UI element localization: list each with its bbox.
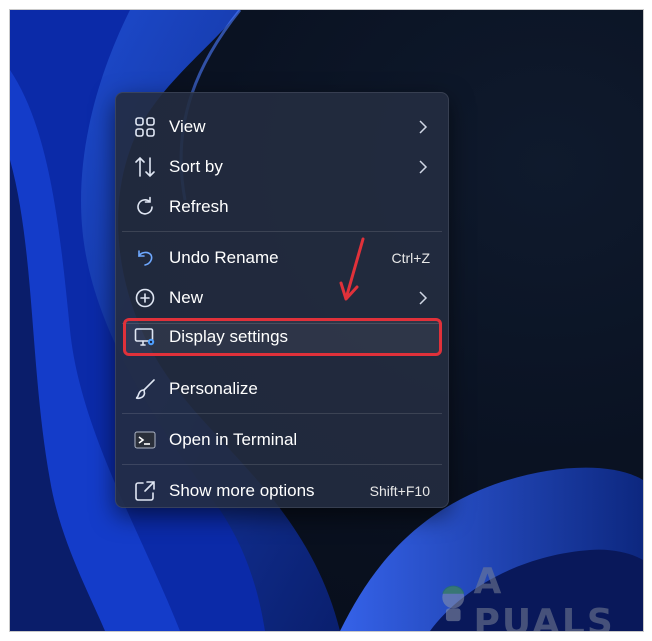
menu-separator bbox=[122, 231, 442, 232]
menu-item-show-more-options[interactable]: Show more options Shift+F10 bbox=[122, 472, 442, 510]
appuals-mascot-icon bbox=[442, 585, 465, 622]
menu-item-view[interactable]: View bbox=[122, 108, 442, 146]
menu-item-label: Open in Terminal bbox=[169, 430, 298, 449]
red-arrow-icon bbox=[339, 237, 365, 301]
shortcut-text: Ctrl+Z bbox=[391, 250, 431, 266]
menu-item-undo-rename[interactable]: Undo Rename Ctrl+Z bbox=[122, 239, 442, 277]
refresh-icon bbox=[137, 196, 153, 215]
menu-item-new[interactable]: New bbox=[122, 279, 442, 317]
menu-item-label: Personalize bbox=[169, 379, 258, 398]
menu-item-label: New bbox=[169, 288, 204, 307]
menu-item-label: Refresh bbox=[169, 197, 229, 216]
menu-item-open-in-terminal[interactable]: Open in Terminal bbox=[122, 421, 442, 459]
display-settings-icon bbox=[134, 328, 155, 346]
watermark: A PUALS bbox=[435, 561, 643, 631]
chevron-right-icon bbox=[419, 160, 428, 174]
menu-separator bbox=[122, 413, 442, 414]
menu-item-display-settings[interactable]: Display settings bbox=[122, 318, 442, 356]
menu-separator bbox=[122, 464, 442, 465]
sort-arrows-icon bbox=[135, 156, 155, 178]
menu-item-label: Show more options bbox=[169, 481, 315, 500]
menu-item-label: Sort by bbox=[169, 157, 223, 176]
menu-item-personalize[interactable]: Personalize bbox=[122, 370, 442, 408]
menu-item-refresh[interactable]: Refresh bbox=[122, 188, 442, 226]
brush-icon bbox=[135, 379, 155, 400]
shortcut-text: Shift+F10 bbox=[369, 483, 430, 499]
view-grid-icon bbox=[135, 117, 155, 137]
menu-item-sort-by[interactable]: Sort by bbox=[122, 148, 442, 186]
watermark-text: A PUALS bbox=[473, 561, 615, 632]
context-menu: View Sort by Refresh Undo Rename Ctrl+Z … bbox=[115, 92, 449, 508]
menu-item-label: Undo Rename bbox=[169, 248, 279, 267]
chevron-right-icon bbox=[419, 291, 428, 305]
menu-item-label: View bbox=[169, 117, 206, 136]
undo-icon bbox=[138, 250, 153, 266]
plus-circle-icon bbox=[135, 288, 155, 308]
chevron-right-icon bbox=[419, 120, 428, 134]
menu-item-label: Display settings bbox=[169, 327, 289, 346]
desktop[interactable]: View Sort by Refresh Undo Rename Ctrl+Z … bbox=[9, 9, 644, 632]
show-more-icon bbox=[135, 481, 155, 501]
terminal-icon bbox=[134, 431, 156, 449]
